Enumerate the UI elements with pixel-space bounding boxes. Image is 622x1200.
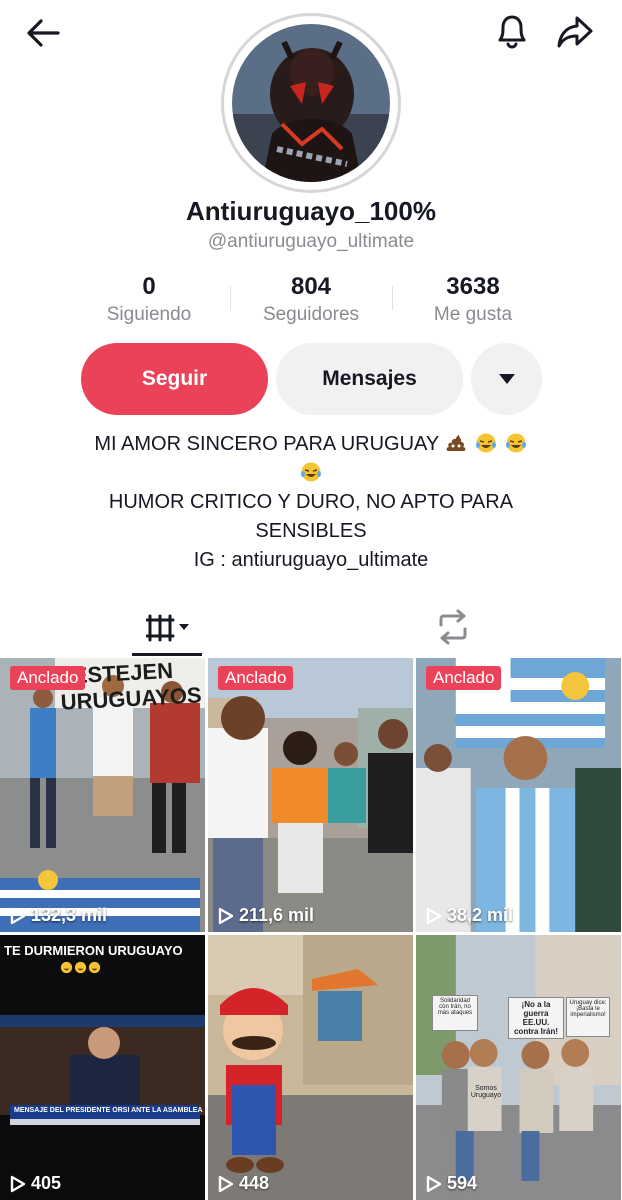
view-count-value: 132,3 mil xyxy=(31,905,108,925)
view-count-value: 448 xyxy=(239,1173,270,1193)
stat-divider xyxy=(230,286,231,310)
protest-sign: ¡No a la guerra EE.UU. contra Irán! xyxy=(508,997,564,1039)
avatar-image xyxy=(232,24,390,182)
video-thumbnail xyxy=(208,935,413,1200)
video-grid: FESTEJEN URUGUAYOS Anclado 132,3 mil Anc… xyxy=(0,658,622,1200)
tears-of-joy-emoji-icon xyxy=(476,433,497,453)
tears-of-joy-emoji-icon xyxy=(301,462,321,482)
grid-lines-icon xyxy=(146,614,189,642)
avatar[interactable] xyxy=(221,13,401,193)
stat-followers[interactable]: 804 Seguidores xyxy=(230,272,392,330)
likes-count: 3638 xyxy=(446,273,500,300)
tears-of-joy-emoji-icon xyxy=(88,961,101,974)
view-count: 448 xyxy=(218,1173,269,1194)
likes-label: Me gusta xyxy=(433,304,513,325)
video-tile-6[interactable]: Solidaridad con Irán, no más ataques ¡No… xyxy=(416,935,621,1200)
video-tile-4[interactable]: TE DURMIERON URUGUAYO MENSAJE DEL PRESID… xyxy=(0,935,205,1200)
bio-emoji-line xyxy=(40,459,582,488)
profile-bio: MI AMOR SINCERO PARA URUGUAY HUMOR CRITI… xyxy=(40,430,582,575)
video-tile-2[interactable]: Anclado 211,6 mil xyxy=(208,658,413,932)
poop-emoji-icon xyxy=(447,435,466,451)
pinned-badge: Anclado xyxy=(10,666,86,690)
bio-line-1: MI AMOR SINCERO PARA URUGUAY xyxy=(40,430,582,459)
view-count-value: 594 xyxy=(447,1173,478,1193)
video-thumbnail xyxy=(208,658,413,932)
video-caption: TE DURMIERON URUGUAYO xyxy=(4,943,183,958)
view-count: 594 xyxy=(426,1173,477,1194)
share-icon[interactable] xyxy=(552,10,598,54)
tab-reposts[interactable] xyxy=(420,600,486,654)
follow-button[interactable]: Seguir xyxy=(81,343,268,415)
followers-count: 804 xyxy=(290,273,332,300)
repost-icon xyxy=(439,609,467,645)
tab-videos[interactable] xyxy=(138,600,202,654)
bell-icon[interactable] xyxy=(490,10,534,54)
active-tab-indicator xyxy=(132,653,202,656)
play-icon xyxy=(218,1175,234,1192)
followers-label: Seguidores xyxy=(262,304,360,325)
tears-of-joy-emoji-icon xyxy=(74,961,87,974)
bio-line-3: SENSIBLES xyxy=(255,520,367,542)
bio-instagram: IG : antiuruguayo_ultimate xyxy=(193,549,429,571)
view-count: 405 xyxy=(10,1173,61,1194)
more-options-button[interactable] xyxy=(471,343,542,415)
bio-line-2: HUMOR CRITICO Y DURO, NO APTO PARA xyxy=(108,491,514,513)
view-count: 38,2 mil xyxy=(426,905,513,926)
video-thumbnail xyxy=(416,658,621,932)
view-count-value: 405 xyxy=(31,1173,62,1193)
view-count-value: 211,6 mil xyxy=(239,905,315,925)
caret-down-icon xyxy=(498,374,515,384)
play-icon xyxy=(426,907,442,924)
play-icon xyxy=(426,1175,442,1192)
play-icon xyxy=(10,1175,26,1192)
view-count: 211,6 mil xyxy=(218,905,314,926)
video-tile-5[interactable]: 448 xyxy=(208,935,413,1200)
protest-sign: Uruguay dice: ¡Basta le imperialismo! xyxy=(566,997,610,1037)
pinned-badge: Anclado xyxy=(218,666,294,690)
news-ticker: MENSAJE DEL PRESIDENTE ORSI ANTE LA ASAM… xyxy=(14,1107,204,1114)
stat-likes[interactable]: 3638 Me gusta xyxy=(392,272,554,330)
username-handle: @antiuruguayo_ultimate xyxy=(207,231,415,252)
video-thumbnail xyxy=(416,935,621,1200)
stat-following[interactable]: 0 Siguiendo xyxy=(68,272,230,330)
tears-of-joy-emoji-icon xyxy=(60,961,73,974)
back-arrow-icon[interactable] xyxy=(22,12,64,54)
content-tabs xyxy=(0,600,622,656)
tears-of-joy-emoji-icon xyxy=(505,433,526,453)
video-thumbnail xyxy=(0,935,205,1200)
play-icon xyxy=(218,907,234,924)
profile-stats: 0 Siguiendo 804 Seguidores 3638 Me gusta xyxy=(68,272,568,330)
pinned-badge: Anclado xyxy=(426,666,502,690)
protest-sign: Solidaridad con Irán, no más ataques xyxy=(432,995,478,1031)
video-tile-1[interactable]: FESTEJEN URUGUAYOS Anclado 132,3 mil xyxy=(0,658,205,932)
view-count: 132,3 mil xyxy=(10,905,107,926)
view-count-value: 38,2 mil xyxy=(447,905,514,925)
following-label: Siguiendo xyxy=(106,304,192,325)
video-tile-3[interactable]: Anclado 38,2 mil xyxy=(416,658,621,932)
caption-emojis xyxy=(60,961,101,974)
bio-text: MI AMOR SINCERO PARA URUGUAY xyxy=(94,433,439,455)
play-icon xyxy=(10,907,26,924)
shirt-text: Somos Uruguayo xyxy=(470,1085,502,1099)
display-name: Antiuruguayo_100% xyxy=(186,196,436,226)
messages-button[interactable]: Mensajes xyxy=(276,343,463,415)
stat-divider xyxy=(392,286,393,310)
following-count: 0 xyxy=(142,273,156,300)
